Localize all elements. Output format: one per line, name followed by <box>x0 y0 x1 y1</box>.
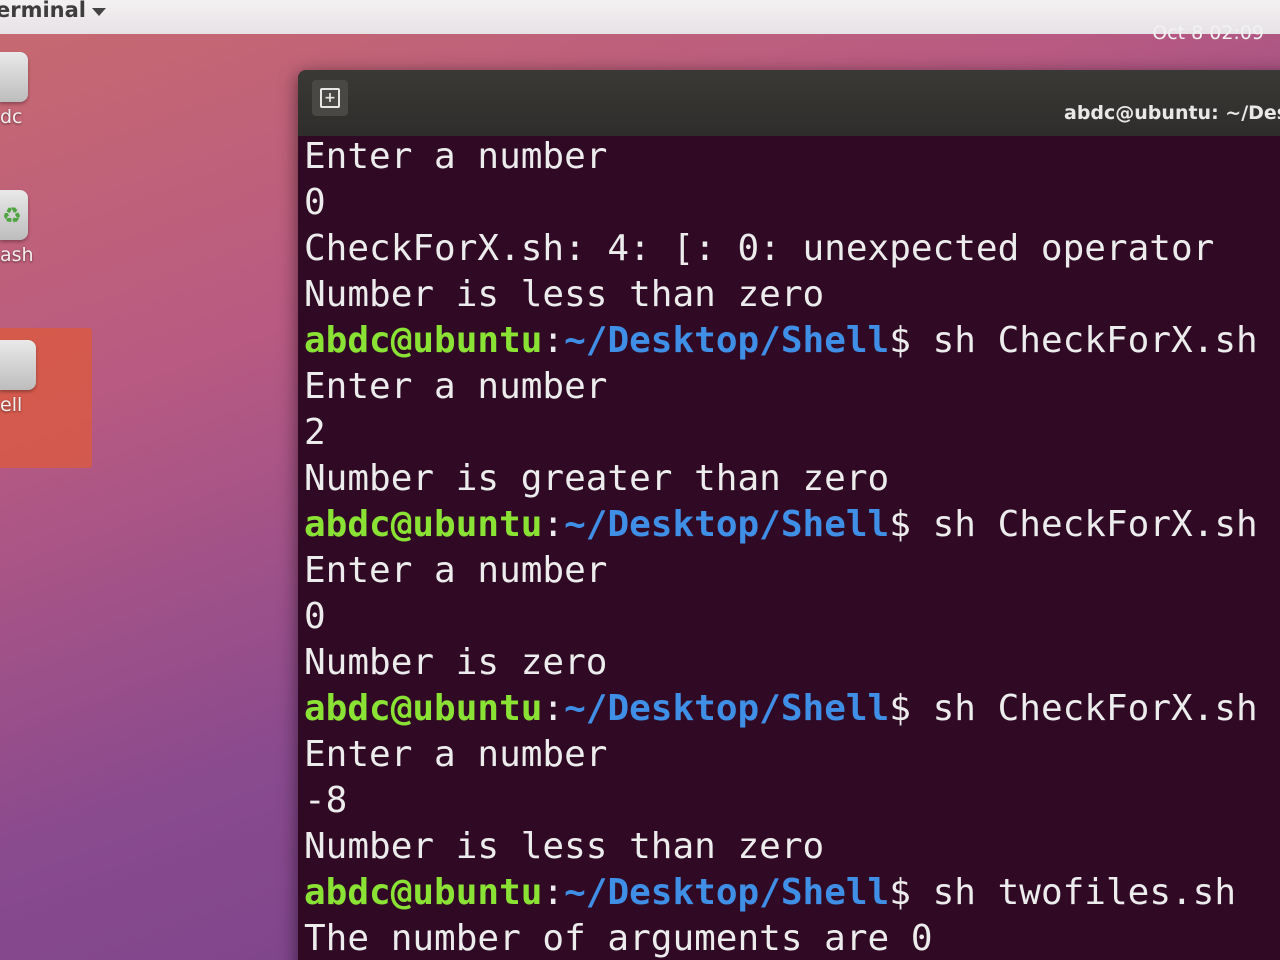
prompt-colon: : <box>542 320 565 361</box>
prompt-path: ~/Desktop/Shell <box>564 872 890 913</box>
folder-icon <box>0 340 36 390</box>
terminal-headerbar[interactable]: + abdc@ubuntu: ~/Deskto <box>298 70 1280 136</box>
output-line: Enter a number <box>304 734 608 775</box>
command-text: sh CheckForX.sh <box>932 688 1258 729</box>
output-line: Enter a number <box>304 550 608 591</box>
prompt-dollar: $ <box>889 688 933 729</box>
top-bar: erminal <box>0 0 1280 34</box>
output-line: The number of arguments are 0 <box>304 918 933 959</box>
prompt-line: abdc@ubuntu:~/Desktop/Shell$ sh CheckFor… <box>304 686 1280 732</box>
prompt-path: ~/Desktop/Shell <box>564 504 890 545</box>
desktop-icon-label: ash <box>0 244 34 266</box>
trash-icon: ♻ <box>0 190 28 240</box>
output-line: Enter a number <box>304 136 608 177</box>
prompt-user: abdc@ubuntu <box>304 320 543 361</box>
desktop-icon-home[interactable]: dc <box>0 52 28 128</box>
prompt-user: abdc@ubuntu <box>304 504 543 545</box>
prompt-dollar: $ <box>889 504 933 545</box>
terminal-output[interactable]: Enter a number 0 CheckForX.sh: 4: [: 0: un… <box>304 134 1280 960</box>
window-title: abdc@ubuntu: ~/Deskto <box>1064 102 1280 124</box>
prompt-line: abdc@ubuntu:~/Desktop/Shell$ sh CheckFor… <box>304 318 1280 364</box>
output-line: -8 <box>304 780 348 821</box>
prompt-colon: : <box>542 872 565 913</box>
prompt-line: abdc@ubuntu:~/Desktop/Shell$ sh twofiles… <box>304 870 1280 916</box>
output-line: 0 <box>304 596 326 637</box>
app-menu-label: erminal <box>0 0 86 22</box>
app-menu[interactable]: erminal <box>0 0 106 22</box>
prompt-user: abdc@ubuntu <box>304 688 543 729</box>
output-line: CheckForX.sh: 4: [: 0: unexpected operat… <box>304 228 1215 269</box>
command-text: sh CheckForX.sh <box>932 504 1258 545</box>
prompt-dollar: $ <box>889 320 933 361</box>
output-line: Number is greater than zero <box>304 458 890 499</box>
chevron-down-icon <box>92 8 106 16</box>
output-line: 2 <box>304 412 326 453</box>
prompt-line: abdc@ubuntu:~/Desktop/Shell$ sh CheckFor… <box>304 502 1280 548</box>
prompt-colon: : <box>542 688 565 729</box>
prompt-colon: : <box>542 504 565 545</box>
prompt-path: ~/Desktop/Shell <box>564 320 890 361</box>
output-line: 0 <box>304 182 326 223</box>
prompt-user: abdc@ubuntu <box>304 872 543 913</box>
command-text: sh CheckForX.sh <box>932 320 1258 361</box>
prompt-dollar: $ <box>889 872 933 913</box>
folder-icon <box>0 52 28 102</box>
prompt-path: ~/Desktop/Shell <box>564 688 890 729</box>
desktop-screen: erminal Oct 8 02:09 dc ♻ ash ell + abdc@… <box>0 0 1280 960</box>
desktop-icon-label: dc <box>0 106 23 128</box>
output-line: Enter a number <box>304 366 608 407</box>
output-line: Number is zero <box>304 642 608 683</box>
output-line: Number is less than zero <box>304 826 825 867</box>
desktop-icon-shell[interactable]: ell <box>0 340 36 416</box>
command-text: sh twofiles.sh <box>932 872 1237 913</box>
terminal-window[interactable]: + abdc@ubuntu: ~/Deskto Enter a number 0 C… <box>298 70 1280 960</box>
new-tab-button[interactable]: + <box>312 80 348 116</box>
desktop-icon-label: ell <box>0 394 23 416</box>
output-line: Number is less than zero <box>304 274 825 315</box>
desktop-icon-trash[interactable]: ♻ ash <box>0 190 34 266</box>
clock[interactable]: Oct 8 02:09 <box>1152 22 1264 44</box>
new-tab-icon: + <box>320 88 340 108</box>
